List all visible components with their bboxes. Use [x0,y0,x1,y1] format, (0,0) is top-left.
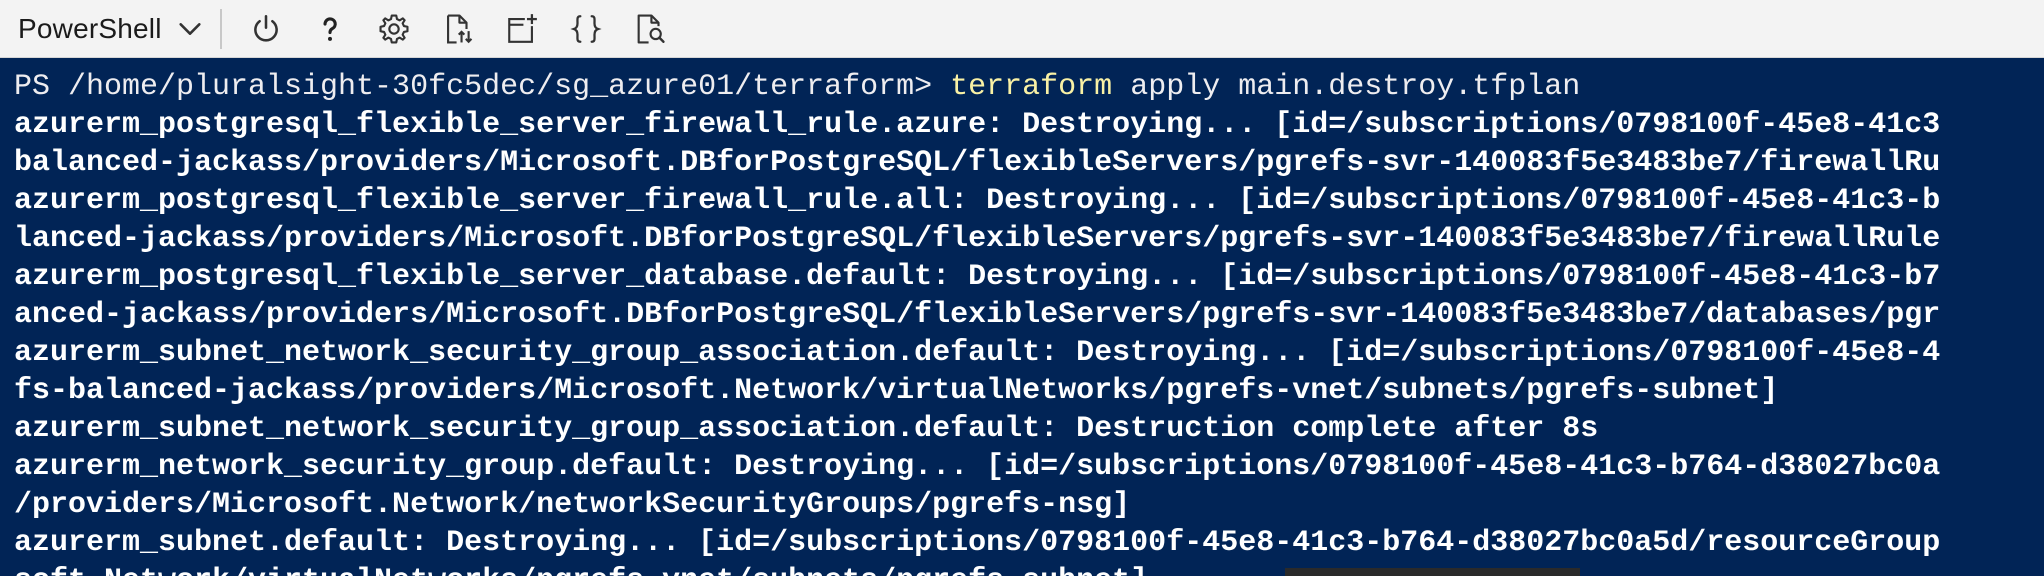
output-line: azurerm_subnet_network_security_group_as… [14,412,1599,446]
shell-type-dropdown[interactable]: PowerShell [0,0,220,57]
braces-icon [570,14,602,43]
output-line: lanced-jackass/providers/Microsoft.DBfor… [14,222,1941,256]
toolbar-divider [219,8,222,49]
upload-download-icon [446,13,472,44]
output-line: soft.Network/virtualNetworks/pgrefs-vnet… [14,562,2044,576]
preview-icon [637,13,665,44]
new-session-icon [507,13,537,43]
restart-button[interactable] [234,0,298,58]
terminal-output[interactable]: PS /home/pluralsight-30fc5dec/sg_azure01… [0,58,2044,576]
output-line: anced-jackass/providers/Microsoft.DBforP… [14,298,1941,332]
output-line: azurerm_postgresql_flexible_server_datab… [14,260,1941,294]
chevron-down-icon [179,22,201,35]
output-line: fs-balanced-jackass/providers/Microsoft.… [14,374,1779,408]
command-prompt-line: PS /home/pluralsight-30fc5dec/sg_azure01… [14,68,2044,106]
gear-icon [379,13,409,44]
output-line: balanced-jackass/providers/Microsoft.DBf… [14,146,1941,180]
output-line: azurerm_subnet.default: Destroying... [i… [14,526,1941,560]
output-line: /providers/Microsoft.Network/networkSecu… [14,488,1131,522]
prompt-arguments: apply main.destroy.tfplan [1112,70,1581,104]
shell-type-label: PowerShell [18,12,162,44]
output-line: azurerm_postgresql_flexible_server_firew… [14,108,1941,142]
web-preview-button[interactable] [618,0,682,58]
output-line: azurerm_network_security_group.default: … [14,450,1941,484]
power-icon [253,14,278,42]
help-icon [323,16,337,41]
editor-button[interactable] [554,0,618,58]
settings-button[interactable] [362,0,426,58]
prompt-command: terraform [950,70,1113,104]
tooltip-overlay [1285,568,1580,576]
new-session-button[interactable] [490,0,554,58]
prompt-path: PS /home/pluralsight-30fc5dec/sg_azure01… [14,70,951,104]
cloud-shell-toolbar: PowerShell [0,0,2044,58]
upload-download-button[interactable] [426,0,490,58]
help-button[interactable] [298,0,362,58]
output-line: azurerm_postgresql_flexible_server_firew… [14,184,1941,218]
output-line: azurerm_subnet_network_security_group_as… [14,336,1941,370]
